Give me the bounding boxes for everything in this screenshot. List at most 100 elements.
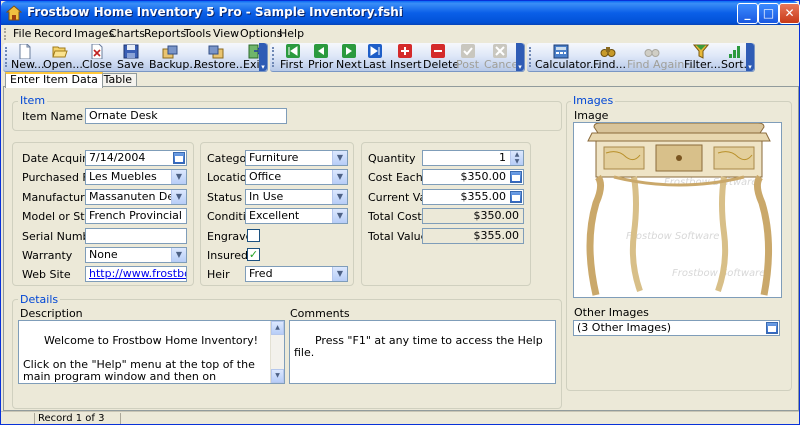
model-input[interactable]: French Provincial	[85, 208, 187, 224]
restore-button[interactable]: Restore...	[194, 44, 246, 71]
post-button[interactable]: Post	[456, 44, 480, 71]
total-value-label: Total Value	[368, 230, 428, 243]
filter-button[interactable]: Filter...	[684, 44, 721, 71]
website-link[interactable]: http://www.frostbow.com	[89, 267, 186, 280]
calendar-icon[interactable]	[173, 152, 185, 164]
close-file-button[interactable]: Close	[82, 44, 112, 71]
chevron-down-icon[interactable]: ▼	[171, 248, 186, 262]
menu-file[interactable]: File	[13, 27, 31, 40]
backup-button[interactable]: Backup...	[149, 44, 200, 71]
app-window: Frostbow Home Inventory 5 Pro - Sample I…	[0, 0, 800, 425]
image-gallery-icon[interactable]	[766, 322, 778, 334]
prior-label: Prior	[308, 58, 334, 71]
first-record-button[interactable]: First	[280, 44, 306, 71]
open-folder-icon	[52, 46, 68, 58]
quantity-stepper[interactable]: 1 ▲ ▼	[422, 150, 524, 166]
current-value-input[interactable]: $355.00	[422, 189, 524, 205]
title-bar: Frostbow Home Inventory 5 Pro - Sample I…	[1, 1, 800, 25]
chevron-down-icon[interactable]: ▼	[332, 209, 347, 223]
chevron-down-icon[interactable]: ▼	[332, 190, 347, 204]
cancel-x-icon	[493, 44, 507, 58]
date-acquired-input[interactable]: 7/14/2004	[85, 150, 187, 166]
menu-reports[interactable]: Reports	[144, 27, 186, 40]
location-select[interactable]: Office ▼	[245, 169, 348, 185]
website-input[interactable]: http://www.frostbow.com	[85, 266, 187, 282]
close-file-icon	[91, 44, 103, 59]
save-button[interactable]: Save	[117, 44, 145, 71]
other-images-field[interactable]: (3 Other Images)	[573, 320, 780, 336]
item-image[interactable]: Frostbow Software Frostbow Software Fros…	[573, 122, 782, 298]
other-images-value: (3 Other Images)	[577, 321, 671, 334]
purchased-from-select[interactable]: Les Muebles ▼	[85, 169, 187, 185]
manufacturer-select[interactable]: Massanuten Desks ▼	[85, 189, 187, 205]
open-button[interactable]: Open...	[43, 44, 83, 71]
menu-view[interactable]: View	[213, 27, 239, 40]
chevron-down-icon[interactable]: ▼	[332, 170, 347, 184]
new-button[interactable]: New...	[11, 44, 44, 71]
description-textarea[interactable]: Welcome to Frostbow Home Inventory! Clic…	[18, 320, 285, 384]
date-acquired-value: 7/14/2004	[89, 151, 146, 164]
insured-checkbox[interactable]: ✓	[247, 248, 260, 261]
condition-value: Excellent	[249, 209, 300, 222]
insert-record-button[interactable]: Insert	[390, 44, 422, 71]
prior-record-button[interactable]: Prior	[308, 44, 334, 71]
scroll-down-icon[interactable]: ▼	[271, 369, 284, 383]
maximize-button[interactable]: □	[758, 3, 779, 24]
chevron-down-icon[interactable]: ▼	[171, 170, 186, 184]
toolbar-overflow-chevron[interactable]: ▾	[516, 43, 524, 71]
menu-tools[interactable]: Tools	[184, 27, 211, 40]
last-record-button[interactable]: Last	[363, 44, 387, 71]
category-select[interactable]: Furniture ▼	[245, 150, 348, 166]
find-again-button[interactable]: Find Again...	[627, 44, 695, 71]
status-label: Status	[207, 191, 243, 204]
chevron-down-icon[interactable]: ▼	[332, 267, 347, 281]
comments-textarea[interactable]: Press "F1" at any time to access the Hel…	[289, 320, 556, 384]
serial-number-input[interactable]	[85, 228, 187, 244]
engraved-checkbox[interactable]	[247, 229, 260, 242]
menu-options[interactable]: Options	[240, 27, 282, 40]
quantity-label: Quantity	[368, 152, 416, 165]
spin-arrows-icon[interactable]: ▲ ▼	[510, 151, 523, 165]
close-label: Close	[82, 58, 112, 71]
first-label: First	[280, 58, 304, 71]
calculator-small-icon[interactable]	[510, 171, 522, 183]
chevron-down-icon[interactable]: ▼	[332, 151, 347, 165]
condition-select[interactable]: Excellent ▼	[245, 208, 348, 224]
insured-label: Insured	[207, 249, 248, 262]
images-group-title: Images	[571, 94, 616, 107]
tab-enter-item-data[interactable]: Enter Item Data	[5, 72, 103, 88]
toolbar-nav-group: First Prior Next Last Insert Delete Post…	[270, 43, 525, 72]
calculator-label: Calculator...	[535, 58, 601, 71]
menu-help[interactable]: Help	[279, 27, 304, 40]
calculator-button[interactable]: Calculator...	[535, 44, 600, 71]
menu-record[interactable]: Record	[34, 27, 72, 40]
delete-record-button[interactable]: Delete	[423, 44, 459, 71]
calculator-small-icon[interactable]	[510, 191, 522, 203]
heir-select[interactable]: Fred ▼	[245, 266, 348, 282]
last-label: Last	[363, 58, 386, 71]
warranty-select[interactable]: None ▼	[85, 247, 187, 263]
toolbar-tools-group: Calculator... Find... Find Again... Filt…	[527, 43, 755, 72]
item-name-label: Item Name	[22, 110, 83, 123]
item-name-input[interactable]: Ornate Desk	[85, 108, 287, 124]
next-record-button[interactable]: Next	[336, 44, 362, 71]
description-scrollbar[interactable]: ▲ ▼	[270, 321, 284, 383]
menu-charts[interactable]: Charts	[109, 27, 145, 40]
first-record-icon	[286, 44, 300, 58]
open-label: Open...	[43, 58, 83, 71]
cancel-edit-button[interactable]: Cancel	[484, 44, 521, 71]
total-cost-field: $350.00	[422, 208, 524, 224]
toolbar-grip	[272, 47, 275, 67]
sort-button[interactable]: Sort...	[721, 44, 754, 71]
status-select[interactable]: In Use ▼	[245, 189, 348, 205]
scroll-up-icon[interactable]: ▲	[271, 321, 284, 335]
find-button[interactable]: Find...	[593, 44, 626, 71]
cost-each-input[interactable]: $350.00	[422, 169, 524, 185]
toolbar-overflow-chevron[interactable]: ▾	[746, 43, 754, 71]
toolbar-grip	[5, 47, 8, 67]
app-icon	[6, 5, 22, 21]
close-window-button[interactable]: ✕	[779, 3, 800, 24]
chevron-down-icon[interactable]: ▼	[171, 190, 186, 204]
minimize-button[interactable]: _	[737, 3, 758, 24]
toolbar-overflow-chevron[interactable]: ▾	[259, 43, 267, 71]
